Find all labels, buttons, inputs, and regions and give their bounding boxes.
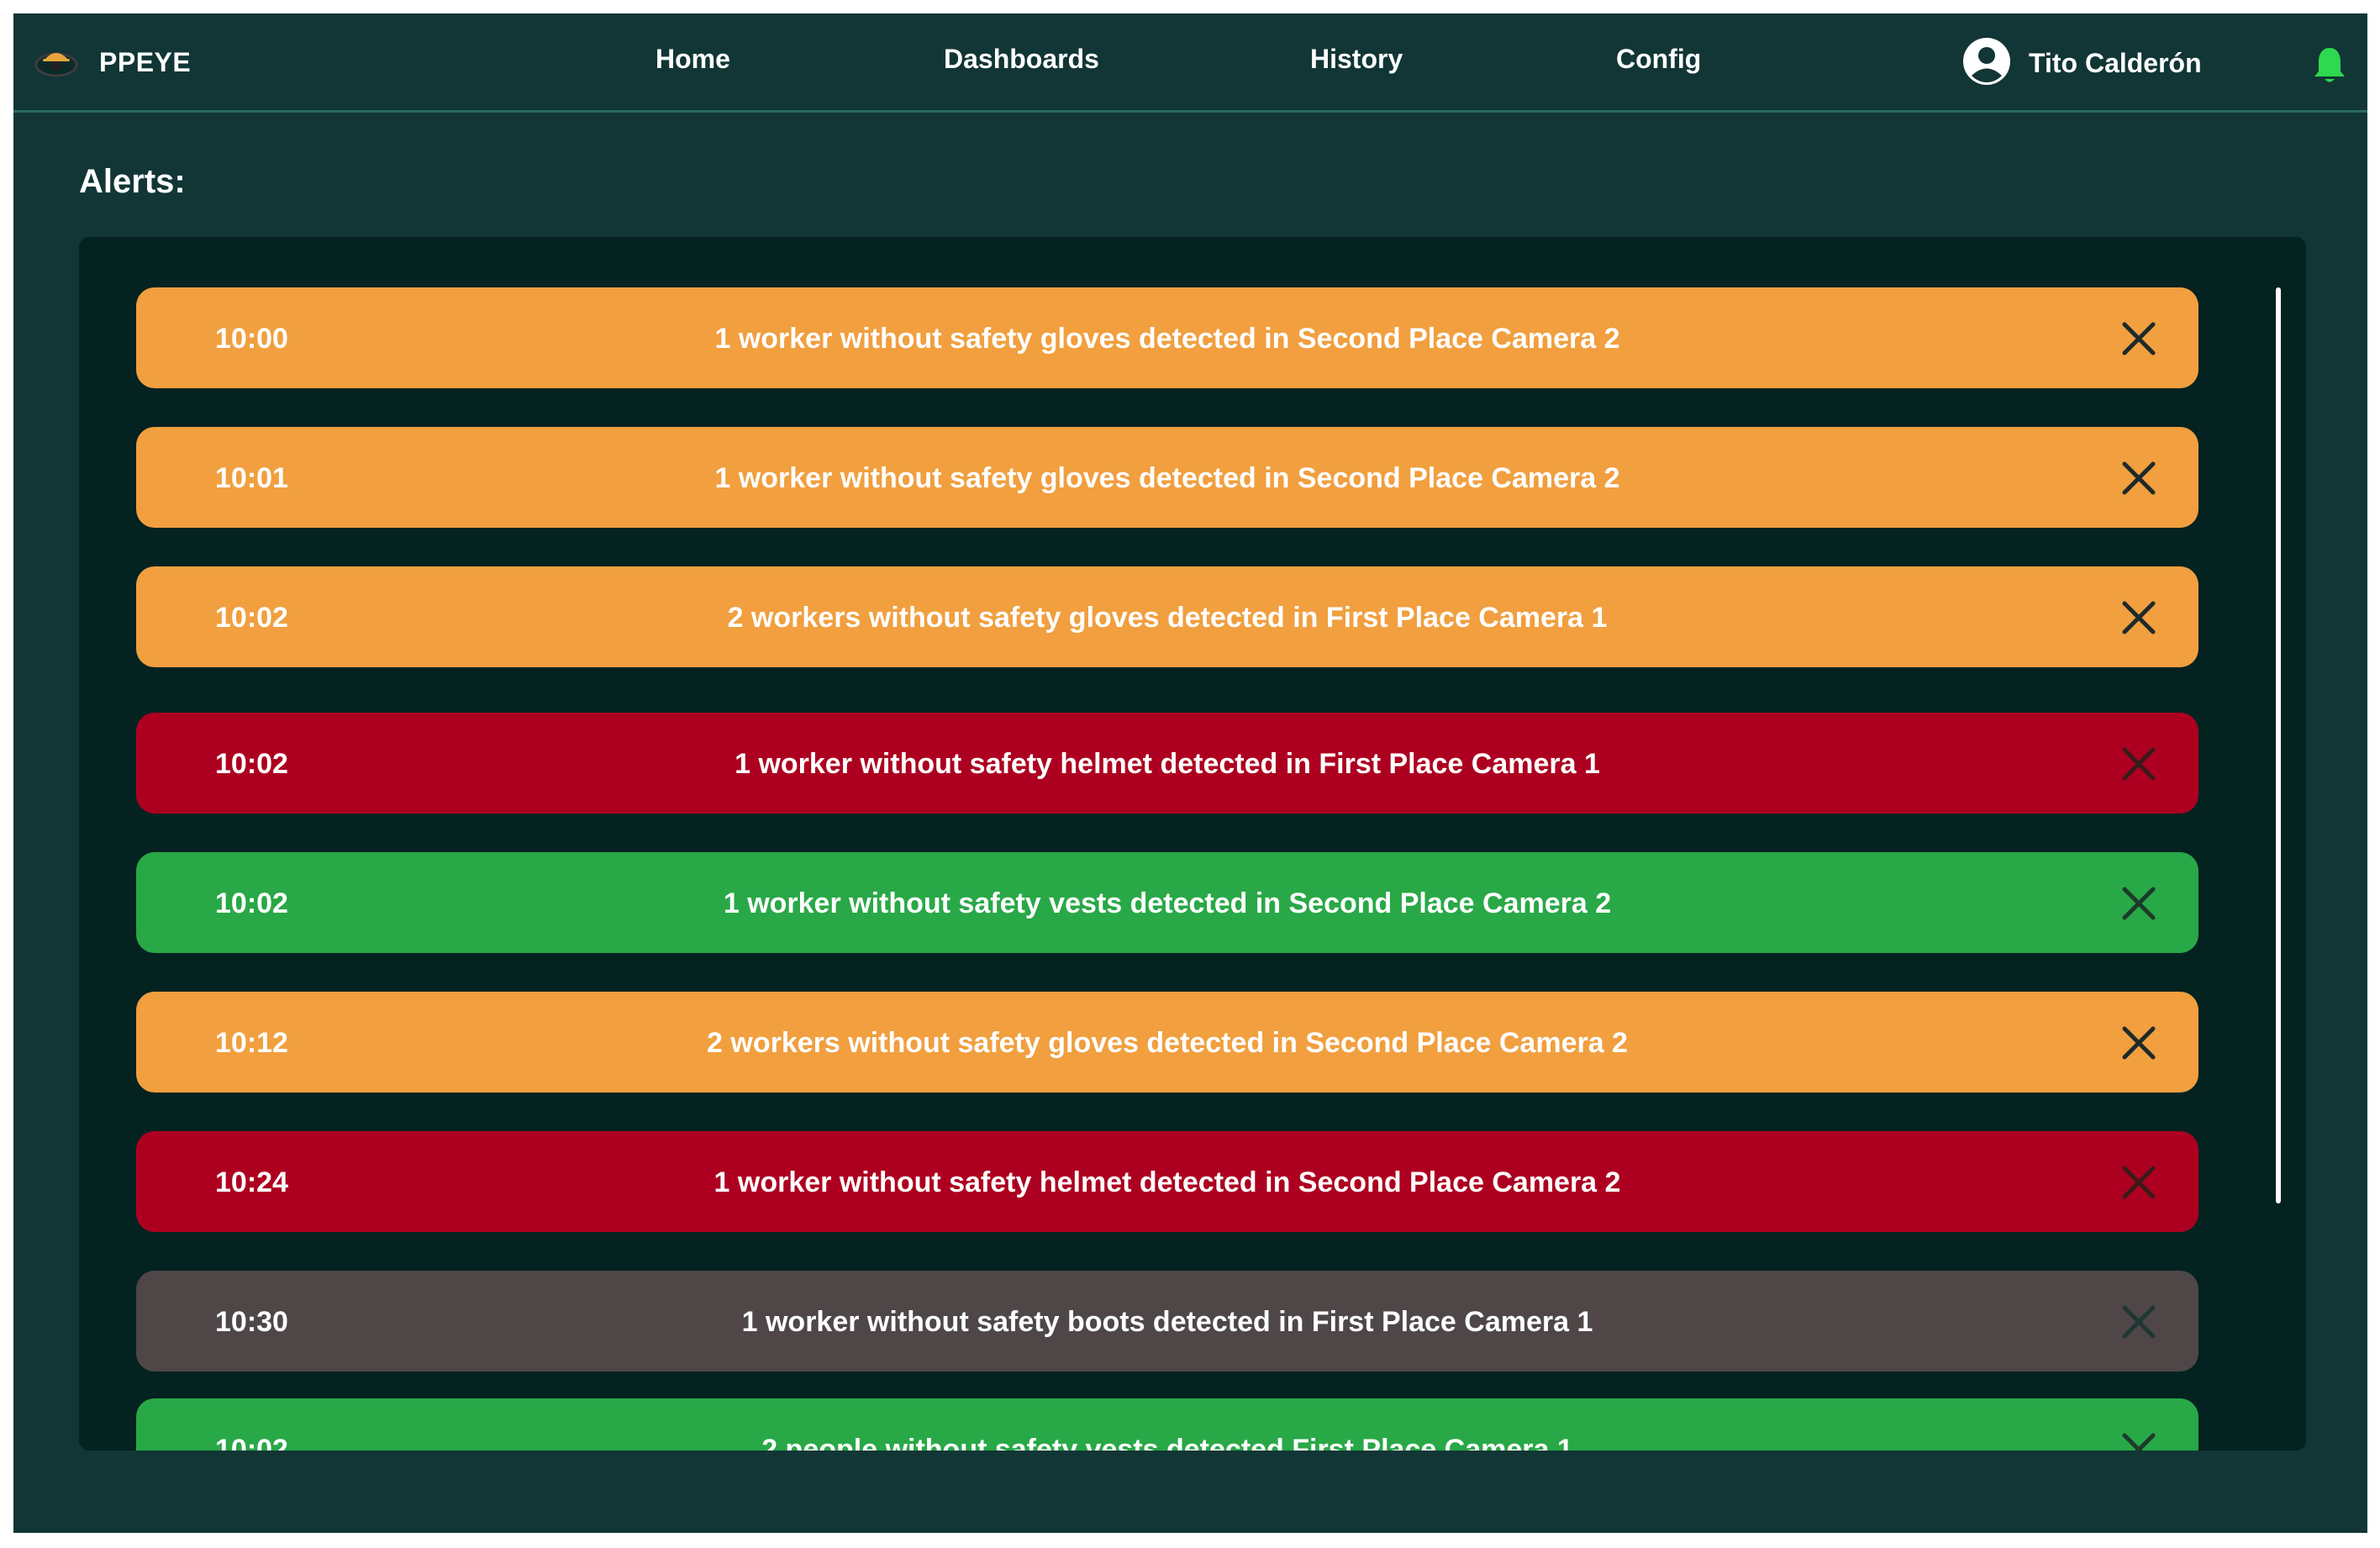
alert-row[interactable]: 10:00 1 worker without safety gloves dete…: [136, 287, 2198, 388]
alert-message: 1 worker without safety helmet detected …: [713, 1166, 1621, 1198]
alert-time: 10:02: [215, 602, 288, 634]
alert-row[interactable]: 10:02 1 worker without safety helmet dete…: [136, 713, 2198, 813]
app-name: PPEYE: [99, 46, 192, 77]
eye-helmet-logo-icon: [34, 39, 79, 85]
alert-message: 1 worker without safety helmet detected …: [735, 748, 1600, 780]
alert-row[interactable]: 10:02 1 worker without safety vests detec…: [136, 852, 2198, 953]
alert-message: 1 worker without safety vests detected i…: [723, 887, 1612, 919]
close-icon[interactable]: [2119, 1303, 2158, 1341]
alerts-scrollbar[interactable]: [2276, 287, 2281, 1203]
alert-message: 2 workers without safety gloves detected…: [707, 1027, 1628, 1059]
close-icon[interactable]: [2119, 1430, 2158, 1451]
close-icon[interactable]: [2119, 745, 2158, 783]
nav-link-history[interactable]: History: [1310, 44, 1403, 75]
top-navbar: PPEYE Home Dashboards History Config Tit…: [13, 13, 2367, 113]
alert-row[interactable]: 10:24 1 worker without safety helmet dete…: [136, 1131, 2198, 1232]
alert-time: 10:01: [215, 462, 288, 494]
close-icon[interactable]: [2119, 1163, 2158, 1202]
alert-row[interactable]: 10:12 2 workers without safety gloves det…: [136, 992, 2198, 1093]
alert-time: 10:12: [215, 1027, 288, 1059]
alert-row[interactable]: 10:01 1 worker without safety gloves dete…: [136, 427, 2198, 528]
alert-time: 10:00: [215, 323, 288, 355]
alerts-panel: 10:00 1 worker without safety gloves dete…: [79, 237, 2306, 1451]
alert-time: 10:30: [215, 1306, 288, 1338]
alert-message: 2 people without safety vests detected F…: [761, 1434, 1573, 1451]
close-icon[interactable]: [2119, 459, 2158, 498]
alert-message: 1 worker without safety gloves detected …: [714, 323, 1620, 355]
alert-message: 1 worker without safety gloves detected …: [714, 462, 1620, 494]
brand[interactable]: PPEYE: [34, 37, 191, 87]
alert-time: 10:24: [215, 1166, 288, 1198]
alert-row[interactable]: 10:02 2 people without safety vests detec…: [136, 1398, 2198, 1451]
app-window: PPEYE Home Dashboards History Config Tit…: [13, 13, 2367, 1533]
alert-message: 1 worker without safety boots detected i…: [741, 1306, 1593, 1338]
close-icon[interactable]: [2119, 598, 2158, 637]
nav-link-config[interactable]: Config: [1616, 44, 1701, 75]
alert-time: 10:02: [215, 1434, 288, 1451]
bell-icon[interactable]: [2311, 45, 2348, 86]
close-icon[interactable]: [2119, 1024, 2158, 1062]
close-icon[interactable]: [2119, 319, 2158, 358]
alert-row[interactable]: 10:02 2 workers without safety gloves det…: [136, 566, 2198, 667]
alert-row[interactable]: 10:30 1 worker without safety boots detec…: [136, 1271, 2198, 1372]
close-icon[interactable]: [2119, 884, 2158, 923]
alerts-heading: Alerts:: [79, 163, 186, 200]
alert-time: 10:02: [215, 748, 288, 780]
nav-link-home[interactable]: Home: [656, 44, 730, 75]
alert-message: 2 workers without safety gloves detected…: [727, 602, 1608, 634]
user-circle-icon: [1961, 36, 2012, 91]
nav-link-dashboards[interactable]: Dashboards: [944, 44, 1099, 75]
alert-time: 10:02: [215, 887, 288, 919]
user-name: Tito Calderón: [2029, 47, 2202, 78]
user-menu[interactable]: Tito Calderón: [1961, 37, 2202, 89]
